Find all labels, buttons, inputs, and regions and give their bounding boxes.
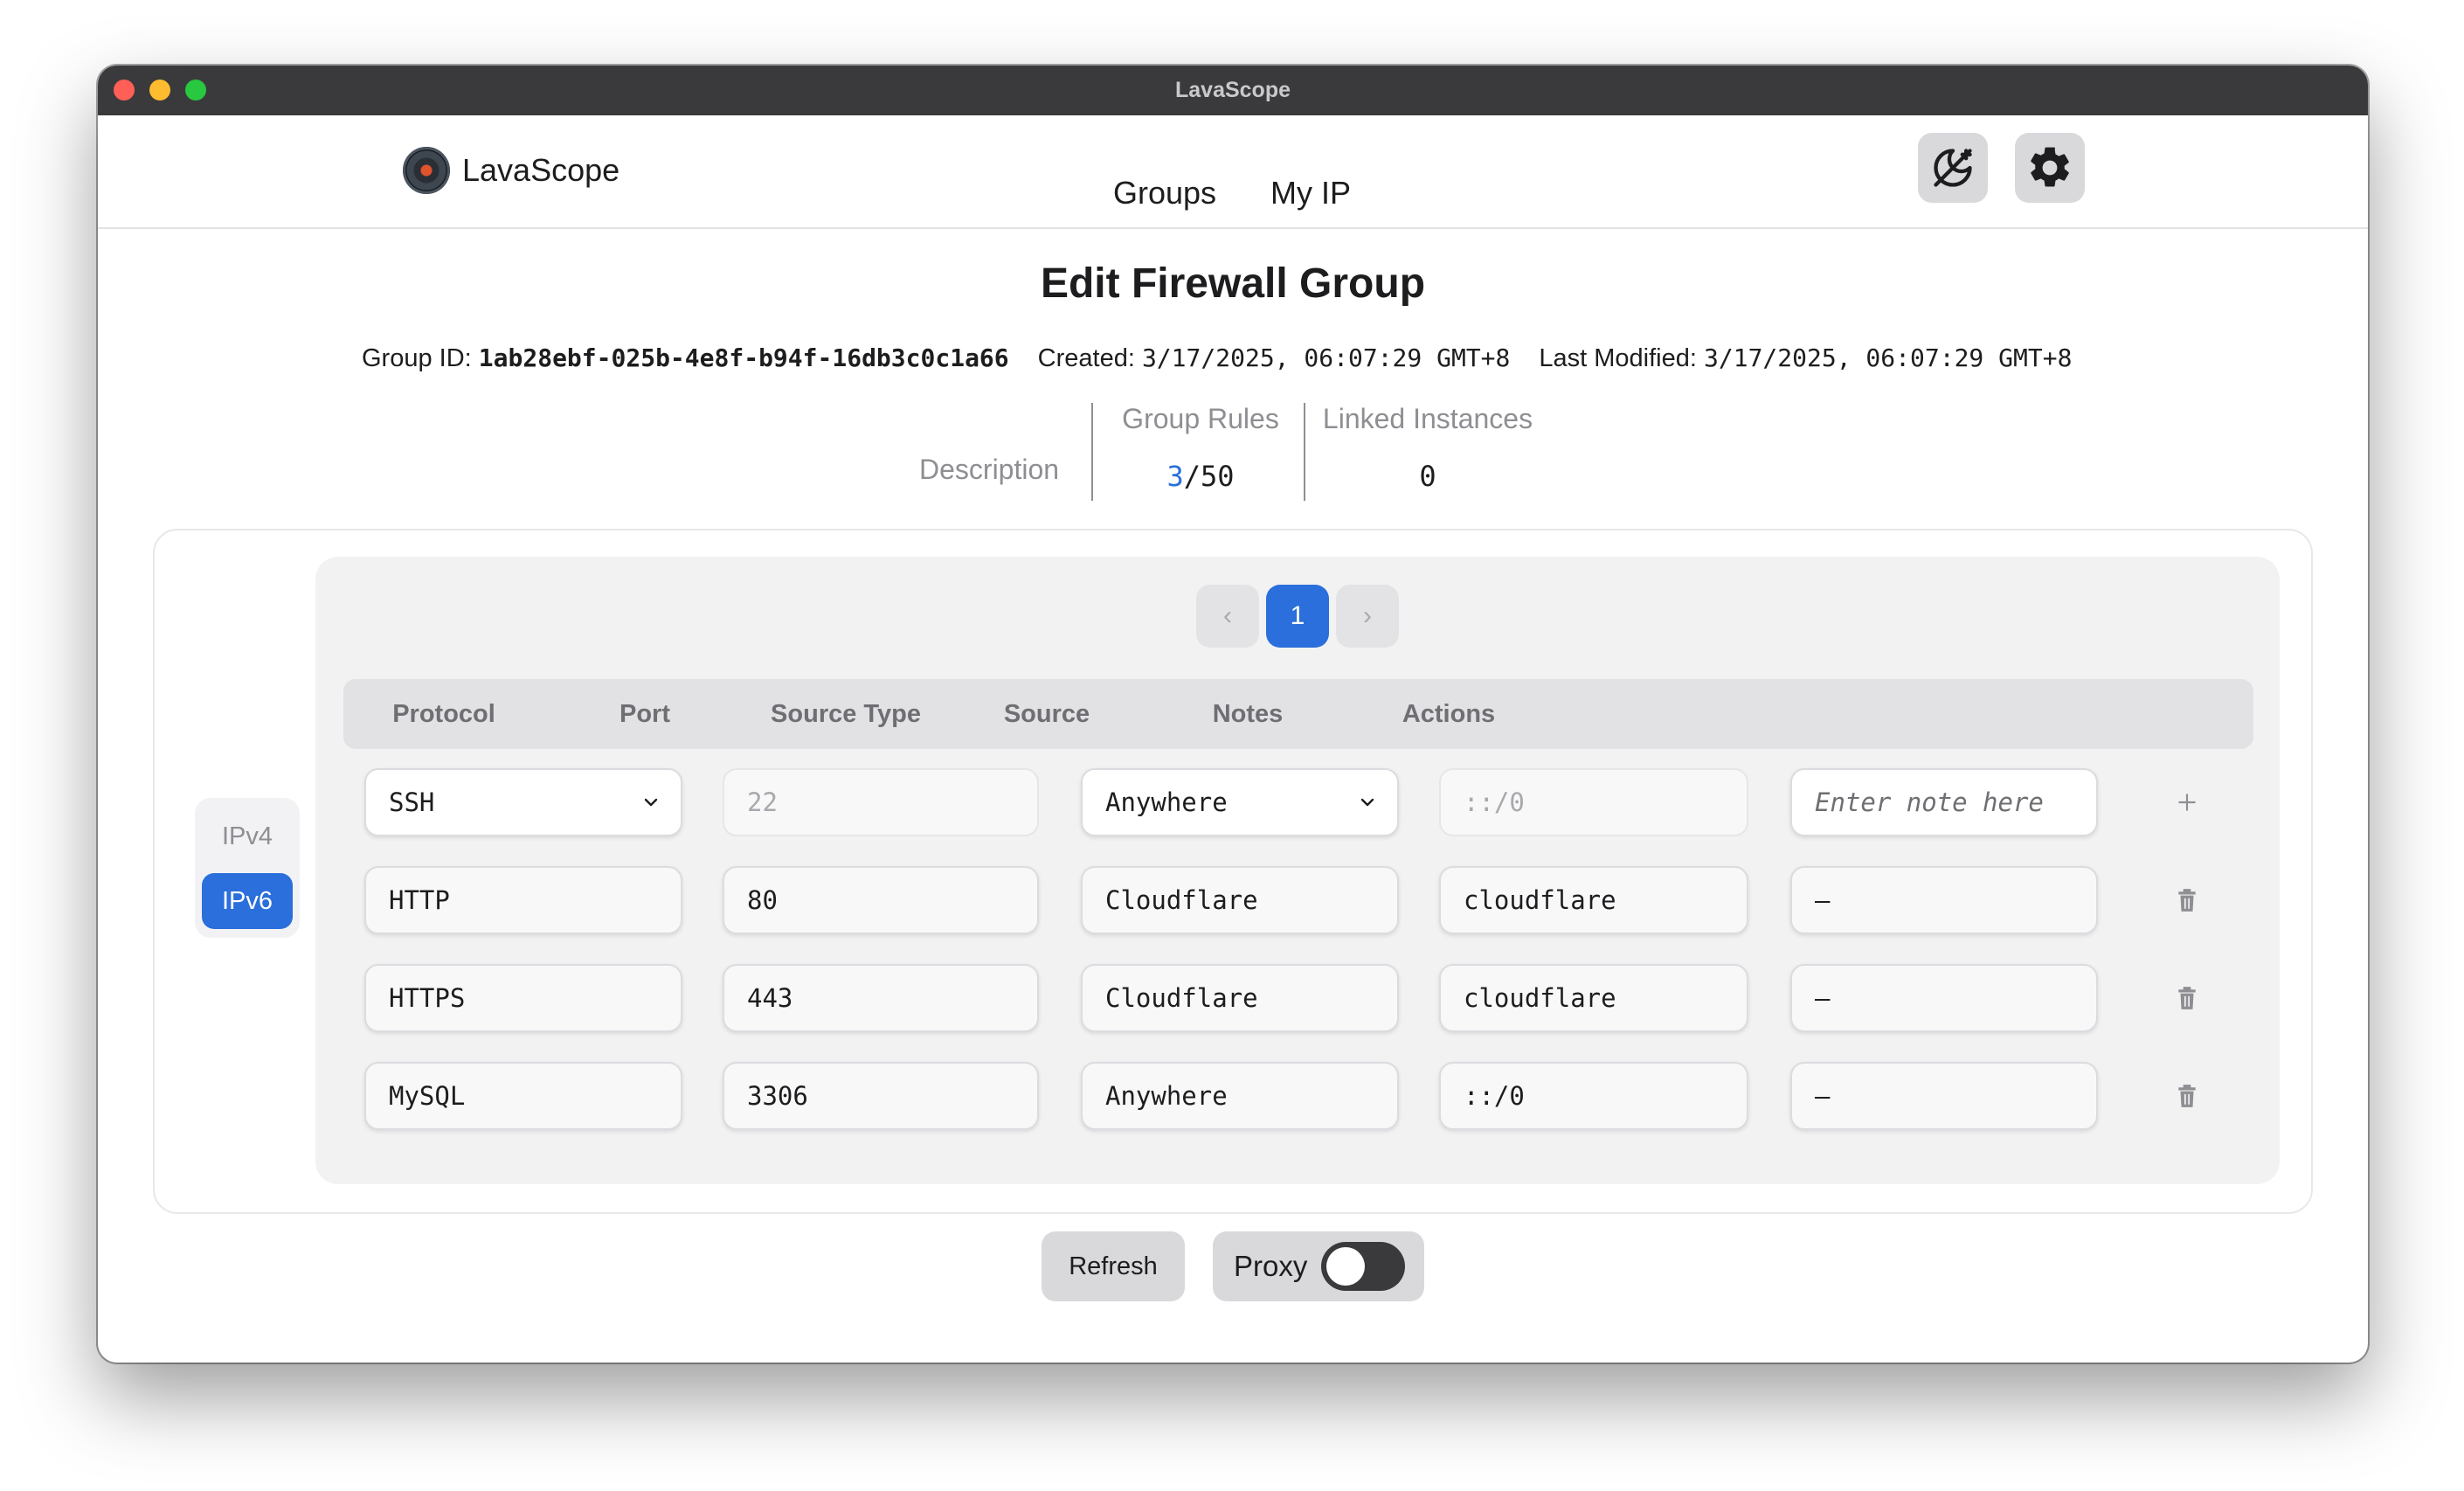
header-source: Source: [1003, 700, 1090, 728]
prev-page-button[interactable]: ‹: [1196, 585, 1259, 648]
title-bar: LavaScope: [98, 66, 2368, 115]
rule-source[interactable]: cloudflare: [1439, 866, 1748, 934]
maximize-window-button[interactable]: [185, 80, 206, 101]
page-title: Edit Firewall Group: [1040, 260, 1426, 307]
trash-icon: [2178, 987, 2196, 1009]
ip-version-toggle: IPv4 IPv6: [195, 798, 300, 938]
toggle-knob: [1326, 1247, 1366, 1286]
group-rules-label: Group Rules: [1122, 403, 1279, 434]
port-input[interactable]: 22: [723, 768, 1039, 836]
ipv6-tab[interactable]: IPv6: [202, 873, 293, 929]
rules-count: 3: [1166, 460, 1184, 493]
stat-divider: [1304, 403, 1305, 501]
settings-button[interactable]: [2015, 133, 2085, 203]
close-window-button[interactable]: [114, 80, 135, 101]
linked-instances-value: 0: [1419, 460, 1436, 493]
delete-rule-button[interactable]: [2161, 866, 2213, 934]
theme-toggle-button[interactable]: [1918, 133, 1988, 203]
app-window: LavaScope LavaScope Groups My IP Edit Fi…: [98, 66, 2368, 1363]
logo-icon: [403, 147, 450, 194]
header-actions: Actions: [1402, 700, 1496, 728]
rules-table: ‹ 1 › Protocol Port Source Type Source N…: [315, 557, 2280, 1184]
ipv4-tab[interactable]: IPv4: [202, 808, 293, 864]
refresh-button[interactable]: Refresh: [1042, 1231, 1185, 1301]
window-controls: [114, 80, 206, 101]
header-notes: Notes: [1212, 700, 1284, 728]
add-rule-button[interactable]: [2161, 768, 2213, 836]
nav-link-groups[interactable]: Groups: [1113, 175, 1216, 212]
rule-source-type[interactable]: Cloudflare: [1081, 964, 1399, 1032]
window-title: LavaScope: [1174, 78, 1291, 102]
pagination: ‹ 1 ›: [1196, 585, 1399, 648]
modified-info: Last Modified: 3/17/2025, 06:07:29 GMT+8: [1539, 343, 2072, 373]
group-stats: Description Group Rules 3/50 Linked Inst…: [98, 403, 2368, 510]
description-label[interactable]: Description: [919, 454, 1059, 486]
brand[interactable]: LavaScope: [403, 147, 619, 194]
stat-divider: [1091, 403, 1093, 501]
header-protocol: Protocol: [392, 700, 495, 728]
trash-icon: [2178, 1085, 2196, 1107]
header-source-type: Source Type: [771, 700, 921, 728]
protocol-select[interactable]: SSH: [364, 768, 682, 836]
table-header: Protocol Port Source Type Source Notes A…: [343, 679, 2253, 749]
rule-notes[interactable]: –: [1790, 1062, 2098, 1130]
table-row: HTTPS 443 Cloudflare cloudflare –: [315, 964, 2280, 1034]
source-type-select-value: Anywhere: [1105, 787, 1228, 817]
theme-toggle-icon: [1934, 149, 1972, 187]
rule-source-type[interactable]: Anywhere: [1081, 1062, 1399, 1130]
proxy-toggle[interactable]: [1321, 1242, 1406, 1291]
gear-icon: [2031, 147, 2069, 187]
group-id-info: Group ID: 1ab28ebf-025b-4e8f-b94f-16db3c…: [362, 343, 1009, 373]
rule-source[interactable]: cloudflare: [1439, 964, 1748, 1032]
notes-input[interactable]: Enter note here: [1790, 768, 2098, 836]
created-info: Created: 3/17/2025, 06:07:29 GMT+8: [1038, 343, 1511, 373]
created-value: 3/17/2025, 06:07:29 GMT+8: [1141, 343, 1511, 372]
rule-port[interactable]: 443: [723, 964, 1039, 1032]
rule-protocol[interactable]: HTTPS: [364, 964, 682, 1032]
rules-max: /50: [1183, 460, 1235, 493]
rule-notes[interactable]: –: [1790, 964, 2098, 1032]
group-id-label: Group ID:: [362, 344, 472, 372]
source-input[interactable]: ::/0: [1439, 768, 1748, 836]
delete-rule-button[interactable]: [2161, 1062, 2213, 1130]
nav-link-my-ip[interactable]: My IP: [1270, 175, 1351, 212]
page-button[interactable]: 1: [1266, 585, 1329, 648]
proxy-control: Proxy: [1213, 1231, 1424, 1301]
group-id-value: 1ab28ebf-025b-4e8f-b94f-16db3c0c1a66: [478, 343, 1009, 372]
table-row: MySQL 3306 Anywhere ::/0 –: [315, 1062, 2280, 1132]
new-rule-row: SSH 22 Anywhere ::/0 Enter note here: [315, 768, 2280, 838]
rule-source[interactable]: ::/0: [1439, 1062, 1748, 1130]
brand-name: LavaScope: [462, 152, 620, 188]
proxy-label: Proxy: [1234, 1250, 1308, 1282]
minimize-window-button[interactable]: [149, 80, 170, 101]
chevron-down-icon: [1360, 798, 1374, 807]
group-meta: Group ID: 1ab28ebf-025b-4e8f-b94f-16db3c…: [362, 343, 2072, 373]
source-type-select[interactable]: Anywhere: [1081, 768, 1399, 836]
navbar: LavaScope Groups My IP: [98, 115, 2368, 229]
table-row: HTTP 80 Cloudflare cloudflare –: [315, 866, 2280, 936]
linked-instances-label: Linked Instances: [1322, 403, 1533, 434]
modified-label: Last Modified:: [1539, 344, 1697, 372]
linked-instances-stat: Linked Instances 0: [1316, 403, 1540, 493]
rule-source-type[interactable]: Cloudflare: [1081, 866, 1399, 934]
group-rules-stat: Group Rules 3/50: [1103, 403, 1298, 493]
rule-protocol[interactable]: MySQL: [364, 1062, 682, 1130]
protocol-select-value: SSH: [389, 787, 435, 817]
trash-icon: [2178, 889, 2196, 912]
rule-port[interactable]: 80: [723, 866, 1039, 934]
rules-card: IPv4 IPv6 ‹ 1 › Protocol Port Source Typ…: [153, 529, 2313, 1214]
modified-value: 3/17/2025, 06:07:29 GMT+8: [1704, 343, 2073, 372]
rule-port[interactable]: 3306: [723, 1062, 1039, 1130]
delete-rule-button[interactable]: [2161, 964, 2213, 1032]
chevron-down-icon: [644, 798, 658, 807]
next-page-button[interactable]: ›: [1336, 585, 1399, 648]
rule-notes[interactable]: –: [1790, 866, 2098, 934]
plus-icon: [2178, 794, 2196, 811]
created-label: Created:: [1037, 344, 1135, 372]
rule-protocol[interactable]: HTTP: [364, 866, 682, 934]
group-rules-value: 3/50: [1103, 460, 1298, 493]
header-port: Port: [619, 700, 670, 728]
